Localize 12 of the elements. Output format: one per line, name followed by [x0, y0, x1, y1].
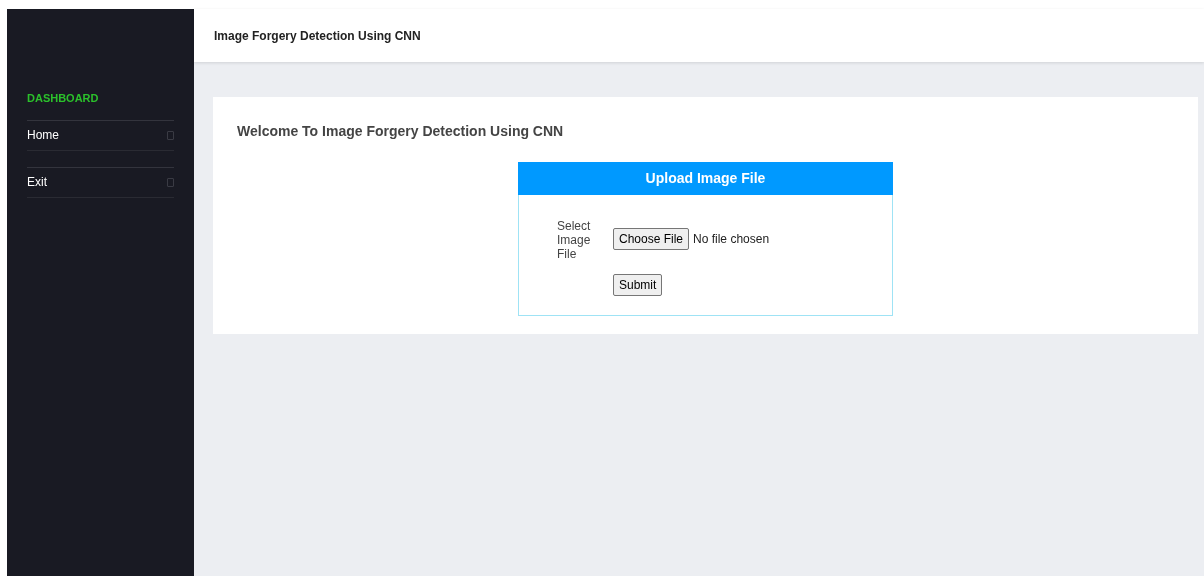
submit-button[interactable]: Submit [613, 274, 663, 296]
square-icon [167, 177, 174, 187]
sidebar-item[interactable]: Home [27, 120, 174, 151]
app-title: Image Forgery Detection Using CNN [214, 27, 421, 45]
choose-file-button[interactable]: Choose File [613, 228, 690, 250]
file-status: No file chosen [693, 231, 770, 248]
sidebar-item[interactable]: Exit [27, 167, 174, 198]
sidebar-heading: DASHBOARD [27, 91, 100, 106]
field-label: Select Image File [557, 219, 592, 263]
square-icon [167, 130, 174, 140]
welcome-heading: Welcome To Image Forgery Detection Using CNN [237, 122, 565, 141]
panel-header: Upload Image File [518, 162, 893, 195]
